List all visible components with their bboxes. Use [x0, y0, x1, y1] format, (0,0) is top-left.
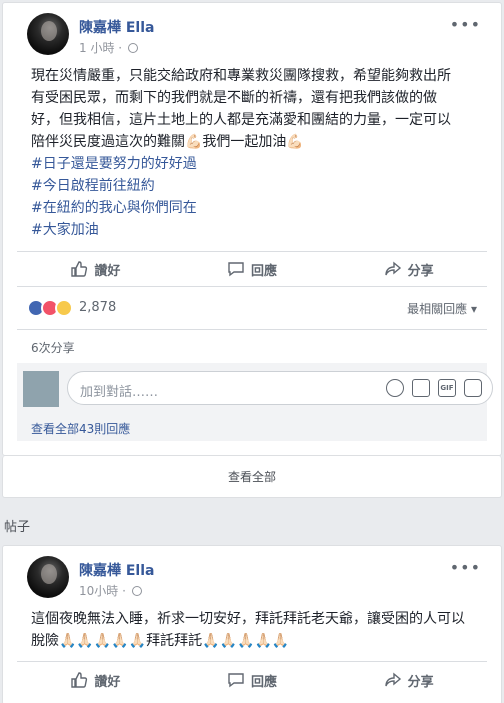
comment-input[interactable]: 加到對話…… GIF [67, 371, 493, 405]
post-card: 陳嘉樺 Ella 10小時 · ••• 這個夜晚無法入睡，祈求一切安好，拜託拜託… [2, 545, 502, 703]
share-label: 分享 [407, 674, 434, 690]
like-button[interactable]: 讚好 [17, 254, 174, 284]
share-button[interactable]: 分享 [330, 665, 487, 695]
post-body: 這個夜晚無法入睡，祈求一切安好，拜託拜託老天爺，讓受困的人可以 脫險🙏🏻🙏🏻🙏🏻… [31, 608, 487, 652]
share-arrow-icon [384, 672, 401, 687]
post-meta: 10小時 · [79, 582, 142, 599]
share-count[interactable]: 6次分享 [31, 339, 75, 356]
post-text-line: 有受困民眾，而剩下的我們就是不斷的祈禱，還有把我們該做的做 [31, 90, 437, 106]
reactions-bar[interactable]: 2,878 最相關回應 ▾ [27, 299, 487, 319]
post-text-line: 好，但我相信，這片土地上的人都是充滿愛和團結的力量，一定可以 [31, 112, 451, 128]
post-body: 現在災情嚴重，只能交給政府和專業救災團隊搜救，希望能夠救出所 有受困民眾，而剩下… [31, 65, 487, 241]
hashtag-link[interactable]: #大家加油 [31, 219, 487, 241]
section-title: 帖子 [4, 520, 31, 535]
comment-label: 回應 [251, 674, 278, 690]
sticker-icon[interactable] [464, 379, 482, 397]
like-button[interactable]: 讚好 [17, 665, 174, 695]
post-text-line: 陪伴災民度過這次的難關💪🏻我們一起加油💪🏻 [31, 134, 304, 150]
divider [17, 329, 487, 330]
post-header: 陳嘉樺 Ella 1 小時 · ••• [27, 13, 487, 59]
hashtag-link[interactable]: #日子還是要努力的好好過 [31, 153, 487, 175]
post-time[interactable]: 10小時 [79, 584, 118, 598]
divider [17, 251, 487, 252]
avatar[interactable] [27, 13, 69, 55]
share-arrow-icon [384, 261, 401, 276]
comment-icon [228, 262, 244, 277]
see-all-link[interactable]: 查看全部 [3, 468, 501, 485]
post-text-line: 脫險🙏🏻🙏🏻🙏🏻🙏🏻🙏🏻拜託拜託🙏🏻🙏🏻🙏🏻🙏🏻🙏🏻 [31, 633, 290, 649]
hashtag-link[interactable]: #在紐約的我心與你們同在 [31, 197, 487, 219]
avatar[interactable] [27, 556, 69, 598]
sort-label: 最相關回應 [407, 302, 468, 316]
post-actions: 讚好 回應 分享 [17, 665, 487, 695]
like-label: 讚好 [94, 674, 121, 690]
see-all-card: 查看全部 [2, 456, 502, 498]
camera-icon[interactable] [412, 379, 430, 397]
author-name[interactable]: 陳嘉樺 Ella [79, 17, 154, 37]
comment-area: 加到對話…… GIF 查看全部43則回應 [17, 363, 493, 441]
comment-button[interactable]: 回應 [174, 254, 331, 284]
comment-tools: GIF [386, 379, 482, 397]
author-name[interactable]: 陳嘉樺 Ella [79, 560, 154, 580]
thumbs-up-icon [71, 261, 88, 277]
sad-reaction-icon [55, 299, 73, 317]
post-header: 陳嘉樺 Ella 10小時 · ••• [27, 556, 487, 602]
comment-label: 回應 [251, 263, 278, 279]
reaction-count[interactable]: 2,878 [79, 300, 116, 315]
post-text-line: 現在災情嚴重，只能交給政府和專業救災團隊搜救，希望能夠救出所 [31, 68, 451, 84]
divider [17, 286, 487, 287]
comment-placeholder: 加到對話…… [80, 385, 159, 400]
globe-icon [131, 586, 142, 596]
hashtag-link[interactable]: #今日啟程前往紐約 [31, 175, 487, 197]
caret-down-icon: ▾ [470, 302, 477, 316]
like-label: 讚好 [94, 263, 121, 279]
more-options-icon[interactable]: ••• [450, 558, 481, 577]
comment-icon [228, 673, 244, 688]
divider [17, 661, 487, 662]
share-label: 分享 [407, 263, 434, 279]
emoji-icon[interactable] [386, 379, 404, 397]
post-time[interactable]: 1 小時 [79, 41, 114, 55]
post-meta: 1 小時 · [79, 39, 138, 56]
globe-icon [127, 43, 138, 53]
gif-icon[interactable]: GIF [438, 379, 456, 397]
thumbs-up-icon [71, 672, 88, 688]
post-card: 陳嘉樺 Ella 1 小時 · ••• 現在災情嚴重，只能交給政府和專業救災團隊… [2, 2, 502, 456]
hashtags: #日子還是要努力的好好過 #今日啟程前往紐約 #在紐約的我心與你們同在 #大家加… [31, 153, 487, 241]
view-all-comments-link[interactable]: 查看全部43則回應 [31, 420, 130, 437]
more-options-icon[interactable]: ••• [450, 15, 481, 34]
comment-sort-dropdown[interactable]: 最相關回應 ▾ [407, 300, 477, 317]
post-actions: 讚好 回應 分享 [17, 254, 487, 284]
share-button[interactable]: 分享 [330, 254, 487, 284]
current-user-avatar [23, 371, 59, 407]
post-text-line: 這個夜晚無法入睡，祈求一切安好，拜託拜託老天爺，讓受困的人可以 [31, 611, 465, 627]
comment-button[interactable]: 回應 [174, 665, 331, 695]
